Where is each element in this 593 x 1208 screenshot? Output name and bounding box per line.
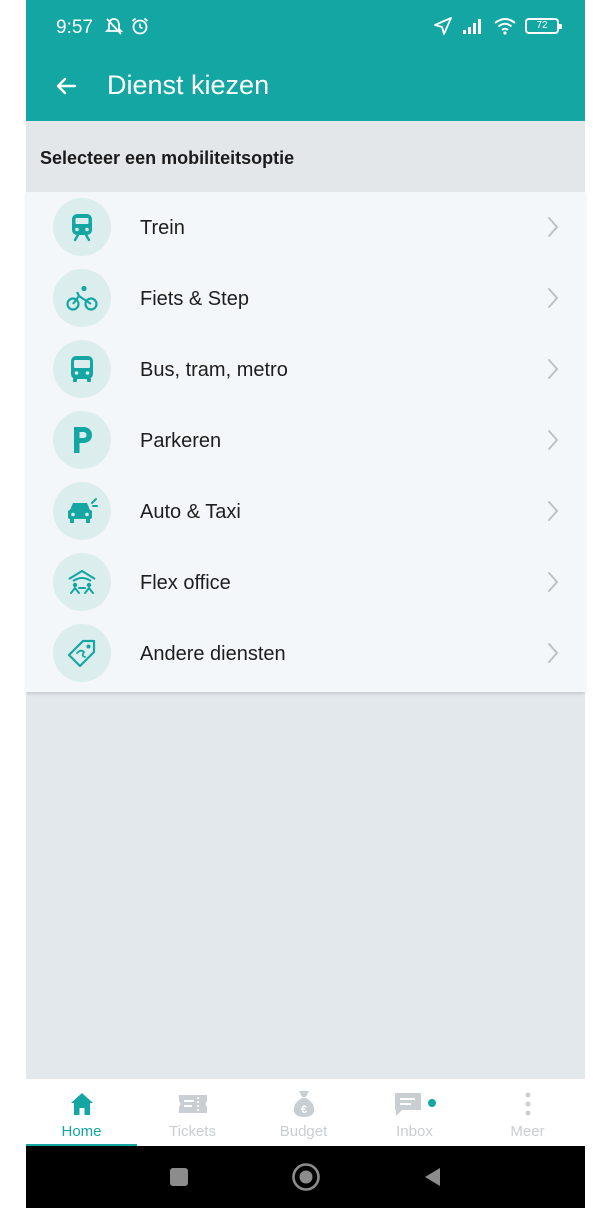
tab-label: Inbox <box>396 1123 433 1140</box>
location-arrow-icon <box>434 17 452 35</box>
bicycle-icon <box>66 285 98 311</box>
service-label: Flex office <box>140 572 231 594</box>
arrow-left-icon <box>56 77 77 95</box>
service-list: Trein Fiets & Step Bus, tram, metro Park… <box>26 192 585 692</box>
more-vertical-icon <box>525 1092 530 1116</box>
home-system-button[interactable] <box>291 1162 321 1192</box>
phone-screen: 9:57 72 Dienst kiezen Selecteer een mobi… <box>26 0 585 1208</box>
nav-icon-wrapper <box>26 1089 137 1119</box>
service-item-flex-office[interactable]: Flex office <box>26 547 585 618</box>
service-item-fiets-step[interactable]: Fiets & Step <box>26 263 585 334</box>
tab-inbox[interactable]: Inbox <box>359 1079 470 1147</box>
wifi-icon <box>494 18 516 35</box>
bottom-navigation: Home Tickets € Budget Inbox Meer <box>26 1078 585 1147</box>
svg-text:€: € <box>300 1104 306 1116</box>
bus-icon <box>71 356 93 382</box>
section-title: Selecteer een mobiliteitsoptie <box>40 148 295 168</box>
chevron-right-icon <box>548 572 559 592</box>
chevron-right-icon <box>548 643 559 663</box>
item-icon-wrapper <box>53 340 111 398</box>
nav-icon-wrapper <box>470 1089 585 1119</box>
tab-meer[interactable]: Meer <box>470 1079 585 1147</box>
triangle-back-icon <box>425 1168 440 1186</box>
nav-icon-wrapper: € <box>248 1089 359 1119</box>
tab-label: Meer <box>510 1123 545 1140</box>
page-title: Dienst kiezen <box>107 70 270 100</box>
service-label: Auto & Taxi <box>140 501 241 523</box>
signal-icon <box>463 19 481 34</box>
tab-tickets[interactable]: Tickets <box>137 1079 248 1147</box>
service-label: Andere diensten <box>140 643 286 665</box>
chevron-right-icon <box>548 217 559 237</box>
item-icon-wrapper <box>53 553 111 611</box>
service-item-bus-tram-metro[interactable]: Bus, tram, metro <box>26 334 585 405</box>
nav-icon-wrapper <box>137 1089 248 1119</box>
tab-home[interactable]: Home <box>26 1079 137 1147</box>
status-icons-right: 72 <box>433 15 562 37</box>
tab-label: Home <box>61 1123 102 1140</box>
alarm-icon <box>131 17 149 35</box>
back-system-button[interactable] <box>418 1162 448 1192</box>
battery-indicator: 72 <box>525 18 562 34</box>
service-label: Trein <box>140 217 185 239</box>
chevron-right-icon <box>548 288 559 308</box>
chevron-right-icon <box>548 501 559 521</box>
home-icon <box>70 1093 93 1115</box>
service-item-auto-taxi[interactable]: Auto & Taxi <box>26 476 585 547</box>
item-icon-wrapper <box>53 411 111 469</box>
service-label: Bus, tram, metro <box>140 359 288 381</box>
item-icon-wrapper <box>53 269 111 327</box>
service-label: Fiets & Step <box>140 288 249 310</box>
back-button[interactable] <box>48 68 84 104</box>
tab-label: Budget <box>279 1123 328 1140</box>
mute-notifications-icon <box>104 18 124 35</box>
flex-office-icon <box>68 569 96 594</box>
system-navigation-bar <box>26 1146 585 1208</box>
service-item-andere-diensten[interactable]: Andere diensten <box>26 618 585 689</box>
item-icon-wrapper <box>53 624 111 682</box>
circle-icon <box>292 1163 320 1191</box>
status-bar: 9:57 72 <box>26 0 585 50</box>
tab-budget[interactable]: € Budget <box>248 1079 359 1147</box>
recent-apps-button[interactable] <box>164 1162 194 1192</box>
chevron-right-icon <box>548 359 559 379</box>
unread-dot <box>428 1099 436 1107</box>
service-item-trein[interactable]: Trein <box>26 192 585 263</box>
app-bar: Dienst kiezen <box>26 50 585 121</box>
train-icon <box>72 214 92 242</box>
parking-icon <box>74 427 92 453</box>
tab-label: Tickets <box>169 1123 216 1140</box>
square-icon <box>170 1168 188 1186</box>
chevron-right-icon <box>548 430 559 450</box>
item-icon-wrapper <box>53 198 111 256</box>
nav-icon-wrapper <box>359 1089 470 1119</box>
ticket-icon <box>178 1095 207 1113</box>
section-header: Selecteer een mobiliteitsoptie <box>26 121 585 192</box>
service-item-parkeren[interactable]: Parkeren <box>26 405 585 476</box>
price-tag-icon <box>67 639 96 668</box>
service-label: Parkeren <box>140 430 222 452</box>
status-time: 9:57 <box>56 17 93 38</box>
status-icons-left <box>104 15 150 37</box>
item-icon-wrapper <box>53 482 111 540</box>
car-icon <box>68 498 98 523</box>
money-bag-icon: € <box>293 1091 314 1117</box>
